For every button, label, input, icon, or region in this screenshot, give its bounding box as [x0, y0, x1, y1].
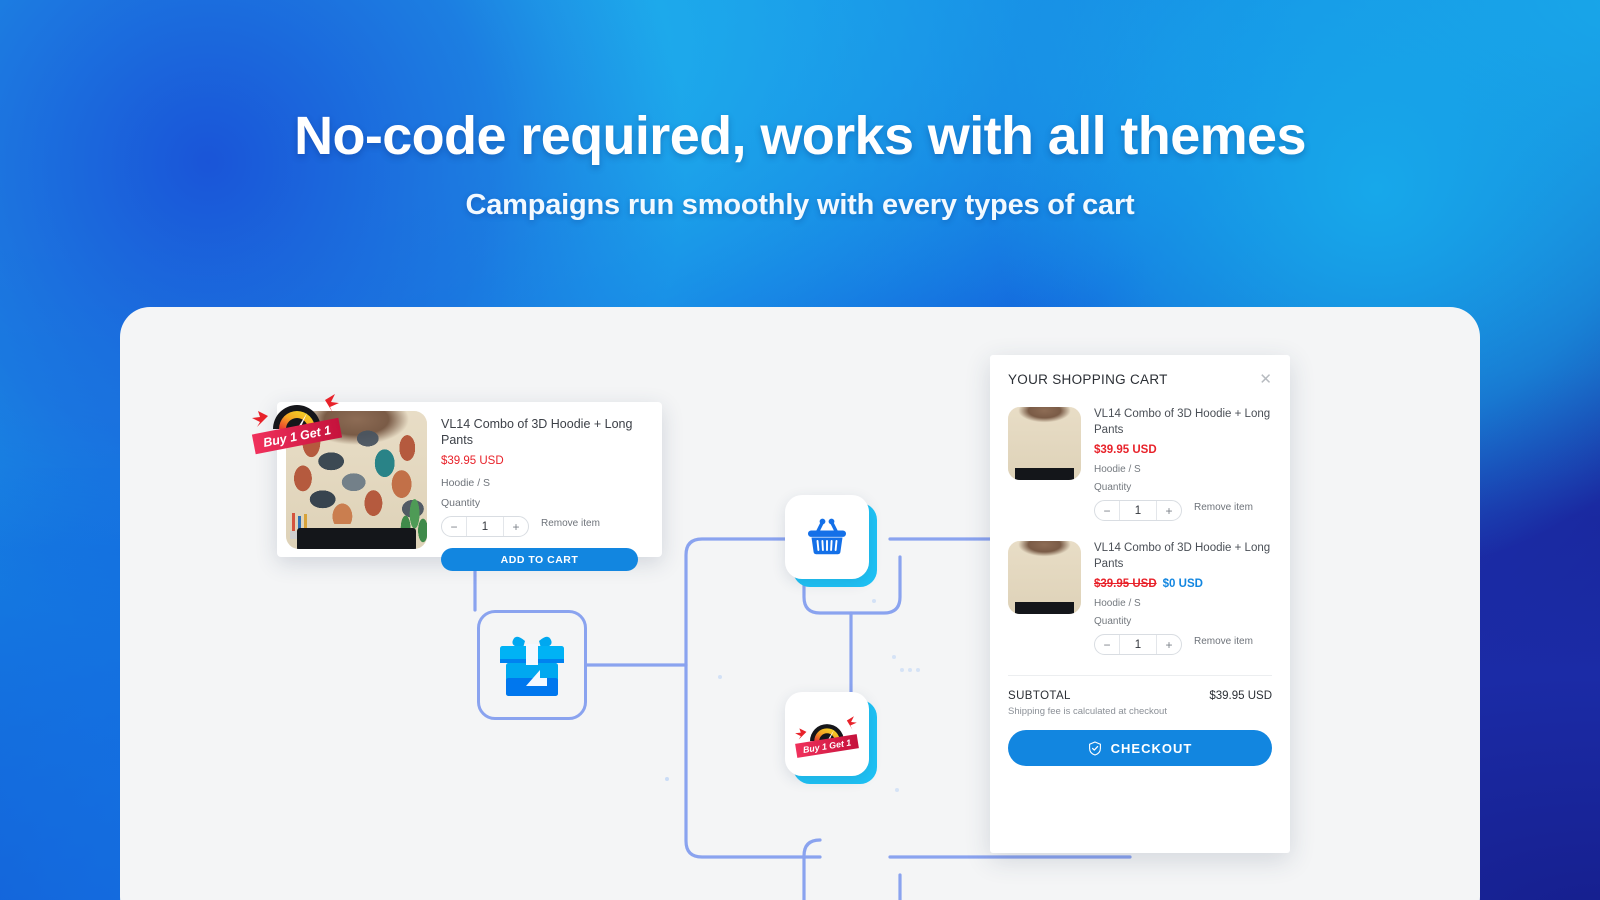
cart-item-quantity-label: Quantity	[1094, 482, 1132, 494]
quantity-increment-button[interactable]: +	[504, 517, 528, 536]
quantity-stepper[interactable]: − 1 +	[1094, 500, 1182, 522]
remove-item-link[interactable]: Remove item	[1194, 502, 1253, 513]
decor-dot	[892, 655, 896, 659]
remove-item-link[interactable]: Remove item	[1194, 636, 1253, 647]
buy-one-get-one-badge-icon: Buy 1 Get 1	[795, 716, 859, 758]
hero-heading-group: No-code required, works with all themes …	[0, 105, 1600, 222]
cart-item-price-original: $39.95 USD	[1094, 578, 1157, 591]
decor-dot	[872, 599, 876, 603]
cart-line-item: VL14 Combo of 3D Hoodie + Long Pants $39…	[1008, 541, 1272, 656]
cart-item-price-final: $0 USD	[1162, 578, 1203, 591]
cart-drawer-node[interactable]	[785, 495, 877, 587]
product-price: $39.95 USD	[441, 455, 504, 468]
cart-item-price: $39.95 USD	[1094, 444, 1157, 457]
cart-item-title: VL14 Combo of 3D Hoodie + Long Pants	[1094, 542, 1271, 570]
cart-item-variant: Hoodie / S	[1094, 598, 1141, 610]
cart-item-quantity-row: − 1 + Remove item	[1094, 493, 1272, 522]
cart-item-info: VL14 Combo of 3D Hoodie + Long Pants $39…	[1081, 407, 1272, 522]
gift-box-icon	[500, 636, 564, 696]
product-info: VL14 Combo of 3D Hoodie + Long Pants $39…	[427, 411, 653, 572]
quantity-input[interactable]: 1	[1119, 635, 1157, 655]
decor-dot	[908, 668, 912, 672]
node-front-card[interactable]	[785, 495, 869, 579]
cart-item-price-discounted: $39.95 USD $0 USD	[1094, 578, 1272, 590]
decor-dot	[916, 668, 920, 672]
buy-one-get-one-badge: Buy 1 Get 1	[251, 394, 343, 455]
page-subtitle: Campaigns run smoothly with every types …	[465, 189, 1135, 221]
cart-totals: SUBTOTAL $39.95 USD Shipping fee is calc…	[1008, 690, 1272, 767]
decor-dot	[665, 777, 669, 781]
cart-item-thumbnail	[1008, 541, 1081, 615]
cart-item-quantity-label: Quantity	[1094, 616, 1132, 628]
subtotal-row: SUBTOTAL $39.95 USD	[1008, 690, 1272, 702]
product-title: VL14 Combo of 3D Hoodie + Long Pants	[441, 417, 633, 447]
quantity-increment-button[interactable]: +	[1157, 501, 1181, 520]
diagram-stage: Buy 1 Get 1 VL14 Combo of 3D Hoodie + Lo…	[120, 307, 1480, 900]
remove-item-link[interactable]: Remove item	[541, 518, 600, 529]
product-card: Buy 1 Get 1 VL14 Combo of 3D Hoodie + Lo…	[251, 394, 662, 572]
quantity-input[interactable]: 1	[466, 517, 504, 537]
cart-item-info: VL14 Combo of 3D Hoodie + Long Pants $39…	[1081, 541, 1272, 656]
cart-line-item: VL14 Combo of 3D Hoodie + Long Pants $39…	[1008, 407, 1272, 522]
decor-dot	[895, 788, 899, 792]
close-icon[interactable]: ✕	[1259, 372, 1272, 387]
shopping-cart-panel: YOUR SHOPPING CART ✕ VL14 Combo of 3D Ho…	[990, 355, 1290, 853]
page-title: No-code required, works with all themes	[294, 106, 1306, 166]
cart-header: YOUR SHOPPING CART ✕	[1008, 372, 1272, 387]
decor-dot	[900, 668, 904, 672]
decor-dot	[718, 675, 722, 679]
quantity-stepper[interactable]: − 1 +	[441, 516, 529, 538]
shopping-basket-icon	[808, 518, 846, 555]
node-front-card[interactable]: Buy 1 Get 1	[785, 692, 869, 776]
promotion-node[interactable]: Buy 1 Get 1	[785, 692, 877, 784]
product-quantity-row: − 1 + Remove item	[441, 509, 653, 538]
product-variant: Hoodie / S	[441, 477, 491, 490]
quantity-decrement-button[interactable]: −	[1095, 501, 1119, 520]
checkout-button[interactable]: CHECKOUT	[1008, 730, 1272, 767]
shipping-note: Shipping fee is calculated at checkout	[1008, 706, 1167, 718]
subtotal-label: SUBTOTAL	[1008, 690, 1071, 703]
checkout-label: CHECKOUT	[1110, 740, 1193, 756]
cart-item-variant: Hoodie / S	[1094, 464, 1141, 476]
cart-item-quantity-row: − 1 + Remove item	[1094, 627, 1272, 656]
product-quantity-label: Quantity	[441, 497, 481, 510]
quantity-decrement-button[interactable]: −	[442, 517, 466, 536]
cart-item-title: VL14 Combo of 3D Hoodie + Long Pants	[1094, 408, 1271, 436]
add-to-cart-button[interactable]: ADD TO CART	[441, 548, 638, 572]
cart-item-thumbnail	[1008, 407, 1081, 480]
cart-divider	[1008, 675, 1272, 677]
quantity-decrement-button[interactable]: −	[1095, 635, 1119, 654]
quantity-increment-button[interactable]: +	[1157, 635, 1181, 654]
subtotal-value: $39.95 USD	[1209, 690, 1272, 703]
shield-check-icon	[1088, 740, 1101, 756]
quantity-input[interactable]: 1	[1119, 501, 1157, 521]
cart-title: YOUR SHOPPING CART	[1008, 372, 1168, 387]
quantity-stepper[interactable]: − 1 +	[1094, 634, 1182, 656]
gift-offer-node[interactable]	[477, 610, 587, 720]
